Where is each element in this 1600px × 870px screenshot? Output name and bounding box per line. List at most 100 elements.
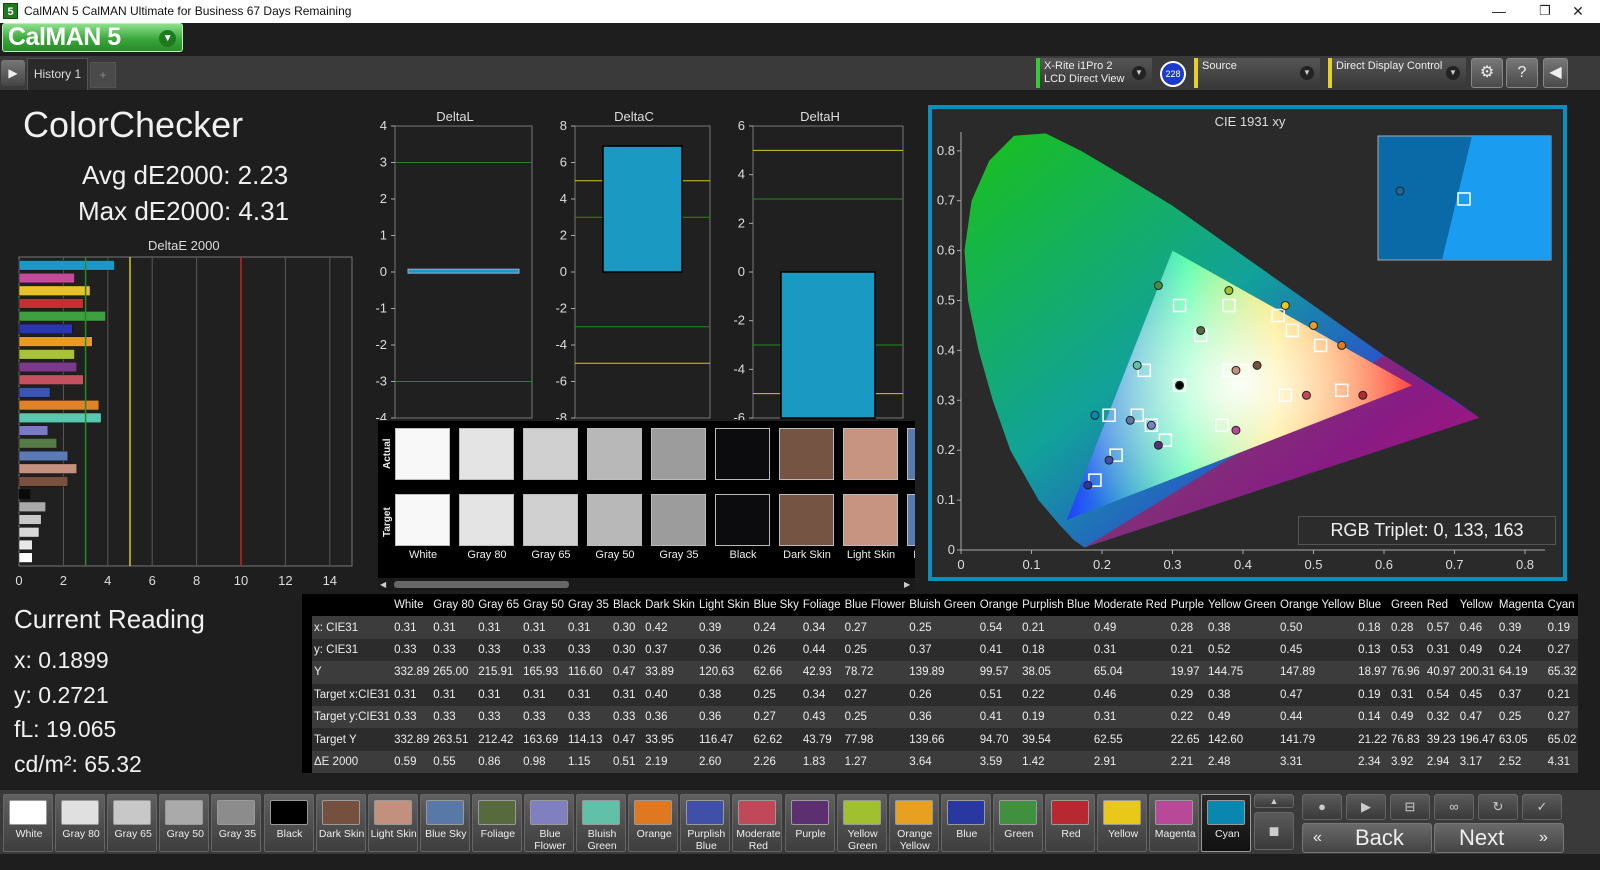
table-column-header: Orange — [977, 594, 1021, 617]
patch-button[interactable]: Orange — [628, 794, 679, 852]
display-selector[interactable]: Direct Display Control ▼ — [1328, 58, 1466, 88]
back-arrow-icon: « — [1313, 829, 1322, 846]
add-tab-button[interactable]: + — [90, 62, 116, 88]
table-column-header: Moderate Red — [1091, 594, 1169, 617]
source-selector[interactable]: Source ▼ — [1194, 58, 1320, 88]
delta-lch-charts: 4 3 2 1 0 -1 -2 -3 -4 8 6 4 2 0 -2 -4 -6 -8 6 4 2 0 -2 -4 -6 — [375, 118, 904, 420]
stop-icon[interactable]: ● — [1302, 794, 1342, 820]
table-cell: 0.31 — [392, 616, 432, 639]
table-cell: 0.59 — [392, 750, 432, 774]
cie-actual-point — [1196, 325, 1206, 335]
up-arrow-icon[interactable]: ▲ — [1254, 794, 1294, 808]
table-column-header: Purplish Blue — [1020, 594, 1092, 617]
deltae-bar — [18, 336, 93, 347]
back-button[interactable]: « Back — [1302, 823, 1432, 853]
meter-badge[interactable]: 228 — [1160, 61, 1186, 87]
patch-button[interactable]: Gray 50 — [159, 794, 210, 852]
gear-icon[interactable]: ⚙ — [1471, 58, 1503, 88]
reading-cdm2: cd/m²: 65.32 — [14, 751, 142, 777]
table-cell: 139.66 — [907, 728, 978, 751]
table-column-header: Blue Sky — [751, 594, 801, 617]
patch-button[interactable]: Bluish Green — [576, 794, 627, 852]
scroll-right-icon[interactable]: ▶ — [904, 580, 912, 589]
table-cell: 0.22 — [1168, 705, 1207, 729]
table-cell: 212.42 — [476, 728, 522, 751]
source-label: Source — [1202, 60, 1237, 72]
patch-button[interactable]: Purple — [784, 794, 835, 852]
patch-button[interactable]: Orange Yellow — [888, 794, 939, 852]
table-cell: 142.60 — [1206, 728, 1278, 751]
meter-selector[interactable]: X-Rite i1Pro 2 LCD Direct View ▼ — [1036, 58, 1152, 88]
tab-history-1[interactable]: History 1 — [27, 58, 88, 90]
patch-button[interactable]: Gray 35 — [211, 794, 262, 852]
patch-button[interactable]: Foliage — [471, 794, 522, 852]
table-column-header: Green — [1388, 594, 1425, 617]
stop-square-icon[interactable]: ■ — [1254, 812, 1294, 850]
refresh-icon[interactable]: ↻ — [1478, 794, 1518, 820]
patch-button[interactable]: Blue — [940, 794, 991, 852]
deltae-bar — [18, 514, 42, 525]
patch-button[interactable]: White — [3, 794, 53, 852]
table-cell: 0.86 — [476, 750, 522, 774]
table-cell: 0.54 — [1424, 683, 1458, 706]
table-cell: 0.27 — [1545, 638, 1579, 662]
table-cell: 39.23 — [1424, 728, 1458, 751]
table-cell: 0.49 — [1206, 705, 1278, 729]
minimize-button[interactable]: — — [1476, 0, 1522, 23]
table-cell: 0.13 — [1356, 638, 1389, 662]
deltaL-bar — [407, 268, 520, 274]
swatch-label: Gray 80 — [467, 549, 507, 561]
patch-button[interactable]: Magenta — [1149, 794, 1200, 852]
cie-actual-point — [1224, 286, 1234, 296]
actual-swatch — [523, 428, 578, 480]
target-swatch — [587, 494, 642, 546]
patch-label: Orange Yellow — [897, 828, 933, 852]
swatch-scrollbar[interactable]: ◀ ▶ — [378, 578, 915, 591]
table-cell: 0.33 — [392, 638, 432, 662]
next-button[interactable]: Next » — [1434, 823, 1564, 853]
table-row: x: CIE31 0.31 0.31 0.31 0.31 0.31 0.30 0.42 0.39… — [302, 616, 1579, 639]
table-cell: 0.18 — [1356, 616, 1389, 639]
patch-button[interactable]: Cyan — [1201, 794, 1252, 852]
patch-button[interactable]: Blue Flower — [524, 794, 574, 852]
patch-button[interactable]: Purplish Blue — [680, 794, 731, 852]
patch-button[interactable]: Gray 80 — [55, 794, 106, 852]
deltaC-tick-label: 8 — [560, 118, 567, 133]
patch-button[interactable]: Yellow — [1097, 794, 1148, 852]
patch-button[interactable]: Light Skin — [367, 794, 418, 852]
check-icon[interactable]: ✓ — [1522, 794, 1562, 820]
table-cell: 2.60 — [696, 750, 752, 774]
table-row: y: CIE31 0.33 0.33 0.33 0.33 0.33 0.30 0.37 0.36… — [302, 638, 1579, 662]
patch-label: Gray 50 — [166, 828, 204, 840]
window-titlebar: 5 CalMAN 5 CalMAN Ultimate for Business … — [0, 0, 1600, 23]
patch-button[interactable]: Moderate Red — [732, 794, 783, 852]
scroll-thumb[interactable] — [394, 581, 569, 588]
cie-actual-point — [1231, 365, 1241, 375]
help-icon[interactable]: ? — [1506, 58, 1538, 88]
play-icon[interactable]: ▶ — [1346, 794, 1386, 820]
cie-actual-point — [1153, 440, 1163, 450]
record-icon[interactable]: ⊟ — [1390, 794, 1430, 820]
deltae-bar — [18, 438, 57, 449]
collapse-arrow-icon[interactable]: ◀ — [1543, 58, 1568, 88]
close-button[interactable]: ✕ — [1556, 0, 1600, 23]
deltaH-bar — [780, 271, 876, 419]
table-cell: 0.38 — [696, 683, 752, 706]
patch-button[interactable]: Gray 65 — [107, 794, 158, 852]
table-cell: 62.62 — [751, 728, 801, 751]
patch-chip — [530, 800, 568, 825]
deltaC-tick-label: 6 — [560, 155, 567, 170]
patch-button[interactable]: Yellow Green — [836, 794, 887, 852]
scroll-left-icon[interactable]: ◀ — [380, 580, 388, 589]
loop-icon[interactable]: ∞ — [1434, 794, 1474, 820]
patch-button[interactable]: Red — [1045, 794, 1095, 852]
table-cell: 0.42 — [643, 616, 697, 639]
table-cell: 0.47 — [1457, 705, 1497, 729]
patch-button[interactable]: Blue Sky — [419, 794, 470, 852]
play-arrow-icon[interactable]: ▶ — [1, 60, 25, 86]
patch-button[interactable]: Dark Skin — [315, 794, 366, 852]
app-icon: 5 — [3, 3, 18, 19]
calman-logo-button[interactable]: CalMAN 5 ▼ — [2, 23, 183, 52]
patch-button[interactable]: Green — [992, 794, 1043, 852]
patch-button[interactable]: Black — [263, 794, 314, 852]
